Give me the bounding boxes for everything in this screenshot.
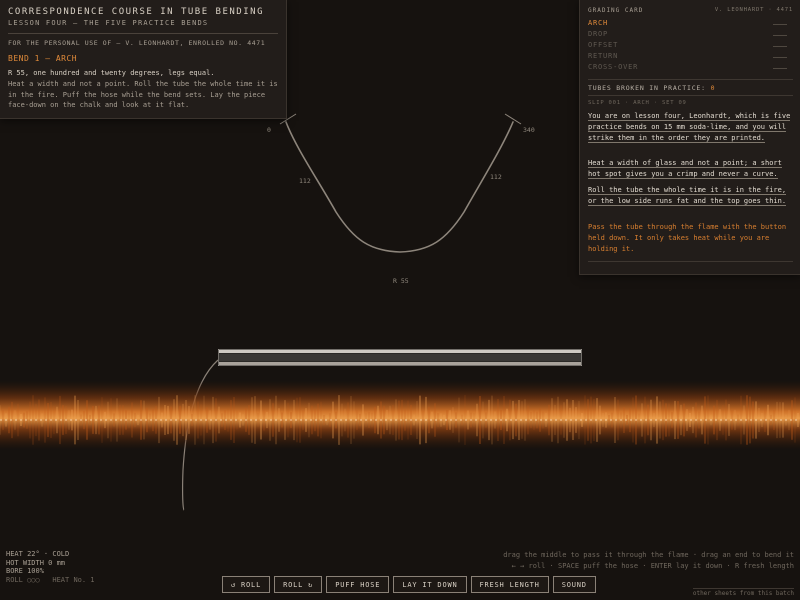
status-readout: HEAT 22° · COLD HOT WIDTH 0 mm BORE 100%… bbox=[6, 550, 95, 584]
roll-right-button[interactable]: ROLL ↻ bbox=[274, 576, 323, 593]
lay-it-down-button[interactable]: LAY IT DOWN bbox=[393, 576, 467, 593]
heat-readout: HEAT 22° · COLD bbox=[6, 550, 70, 558]
sound-button[interactable]: SOUND bbox=[552, 576, 596, 593]
help-line-2: ← → roll · SPACE puff the hose · ENTER l… bbox=[511, 562, 794, 570]
glass-tube[interactable] bbox=[218, 349, 582, 366]
gas-hose[interactable] bbox=[0, 0, 800, 600]
control-bar: ↺ ROLL ROLL ↻ PUFF HOSE LAY IT DOWN FRES… bbox=[222, 576, 596, 595]
heat-number: HEAT No. 1 bbox=[52, 575, 95, 584]
roll-left-button[interactable]: ↺ ROLL bbox=[222, 576, 271, 593]
roll-readout: ROLL ○○○ bbox=[6, 575, 40, 584]
other-sheets-link[interactable]: other sheets from this batch bbox=[692, 588, 794, 597]
roll-heat-readout: ROLL ○○○ HEAT No. 1 bbox=[6, 576, 95, 585]
puff-hose-button[interactable]: PUFF HOSE bbox=[326, 576, 390, 593]
bore-readout: BORE 100% bbox=[6, 567, 44, 575]
fresh-length-button[interactable]: FRESH LENGTH bbox=[470, 576, 549, 593]
burner-flame bbox=[0, 380, 800, 450]
help-line-1: drag the middle to pass it through the f… bbox=[503, 551, 794, 559]
hot-width-readout: HOT WIDTH 0 mm bbox=[6, 558, 66, 567]
controls-help: drag the middle to pass it through the f… bbox=[503, 550, 794, 572]
